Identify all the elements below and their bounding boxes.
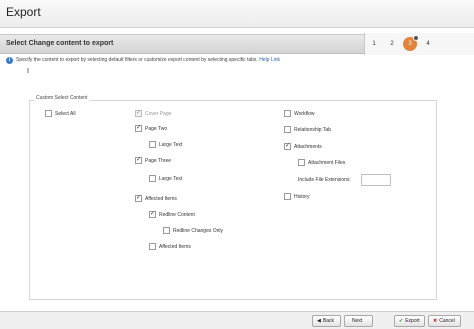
select-all-checkbox[interactable] [45,110,52,117]
step-2[interactable]: 2 [385,37,399,51]
group-legend: Custom Select Content [34,95,90,101]
file-extensions-input[interactable] [361,174,391,186]
redline-changes-only-label: Redline Changes Only [173,228,224,234]
page-two-large-text-label: Large Text [159,142,183,148]
cancel-button[interactable]: ✖ Cancel [428,315,461,327]
workflow-label: Workflow [294,111,315,117]
page-three-label: Page Three [145,158,172,164]
attachment-files-label: Attachment Files [308,160,346,166]
attachments-checkbox[interactable] [284,143,291,150]
info-icon: i [6,57,13,64]
attachment-files-checkbox[interactable] [298,159,305,166]
step-badge-icon [413,35,419,41]
attachments-label: Attachments [294,144,322,150]
window-titlebar: Export [0,0,474,28]
include-file-extensions-label: Include File Extensions: [298,177,351,183]
page-three-large-text-checkbox[interactable] [149,175,156,182]
workflow-checkbox[interactable] [284,110,291,117]
relationship-tab-checkbox[interactable] [284,126,291,133]
page-two-large-text-checkbox[interactable] [149,141,156,148]
cover-page-checkbox [135,110,142,117]
history-checkbox[interactable] [284,193,291,200]
page-two-checkbox[interactable] [135,125,142,132]
check-icon: ✔ [399,318,404,324]
step-indicator: 1 2 3 4 [364,33,474,55]
back-button[interactable]: ◀ Back [312,315,341,327]
page-three-checkbox[interactable] [135,157,142,164]
window-title: Export [6,5,41,19]
history-label: History [294,194,310,200]
page-two-label: Page Two [145,126,168,132]
page-three-large-text-label: Large Text [159,176,183,182]
next-button[interactable]: Next▶ [344,315,373,329]
section-header-title: Select Change content to export [6,40,114,47]
affected-items-sub-checkbox[interactable] [149,243,156,250]
redline-content-label: Redline Content [159,212,195,218]
redline-changes-only-checkbox[interactable] [163,227,170,234]
cover-page-label: Cover Page [145,111,172,117]
help-link[interactable]: Help Link [259,57,280,63]
close-icon: ✖ [433,318,438,324]
info-text: Specify the content to export by selecti… [16,57,281,63]
export-button[interactable]: ✔ Export [394,315,425,327]
step-3-current[interactable]: 3 [403,35,419,51]
affected-items-sub-label: Affected Items [159,244,191,250]
affected-items-checkbox[interactable] [135,195,142,202]
text-cursor-icon: I [27,68,29,75]
arrow-left-icon: ◀ [317,318,321,324]
info-bar: i Specify the content to export by selec… [0,55,474,66]
step-4[interactable]: 4 [421,37,435,51]
step-1[interactable]: 1 [367,37,381,51]
select-all-label: Select All [55,111,76,117]
redline-content-checkbox[interactable] [149,211,156,218]
affected-items-label: Affected Items [145,196,177,202]
custom-select-content-group [29,100,437,300]
relationship-tab-label: Relationship Tab [294,127,331,133]
